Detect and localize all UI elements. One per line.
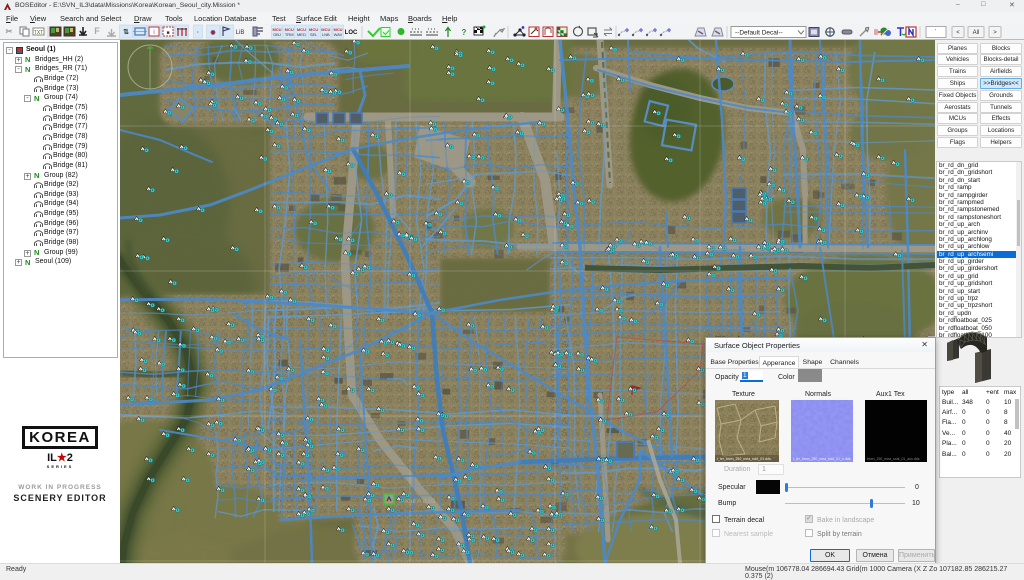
- svg-text:LOC: LOC: [345, 30, 358, 36]
- svg-text:◉: ◉: [210, 30, 216, 36]
- svg-text:i: i: [153, 30, 154, 36]
- svg-text:t_ter_brwn_250_mea_scl#_01_n.d: t_ter_brwn_250_mea_scl#_01_n.dds: [793, 457, 851, 461]
- svg-text:t_ter_brwn_250_mea_scl#_01.dds: t_ter_brwn_250_mea_scl#_01.dds: [717, 457, 771, 461]
- svg-text:MED: MED: [297, 32, 306, 37]
- svg-text:⇅: ⇅: [123, 28, 129, 36]
- svg-text:SEL: SEL: [310, 32, 318, 37]
- svg-text:OBJ: OBJ: [273, 32, 281, 37]
- svg-text:?: ?: [462, 28, 467, 37]
- svg-text:LNB: LNB: [322, 32, 330, 37]
- svg-text:': ': [935, 29, 936, 35]
- svg-text:--Default Decal--: --Default Decal--: [735, 30, 783, 37]
- svg-text:All: All: [973, 30, 980, 36]
- svg-text:·: ·: [197, 30, 199, 36]
- svg-text:■: ■: [166, 30, 169, 36]
- svg-text:F: F: [94, 26, 100, 36]
- svg-text:✂: ✂: [6, 27, 13, 36]
- svg-text:<: <: [956, 30, 960, 36]
- svg-text:WAV: WAV: [334, 32, 343, 37]
- svg-text:>: >: [993, 30, 997, 36]
- svg-text:TRM: TRM: [285, 32, 294, 37]
- svg-text:LiB: LiB: [236, 30, 245, 36]
- svg-text:TXT: TXT: [34, 30, 43, 36]
